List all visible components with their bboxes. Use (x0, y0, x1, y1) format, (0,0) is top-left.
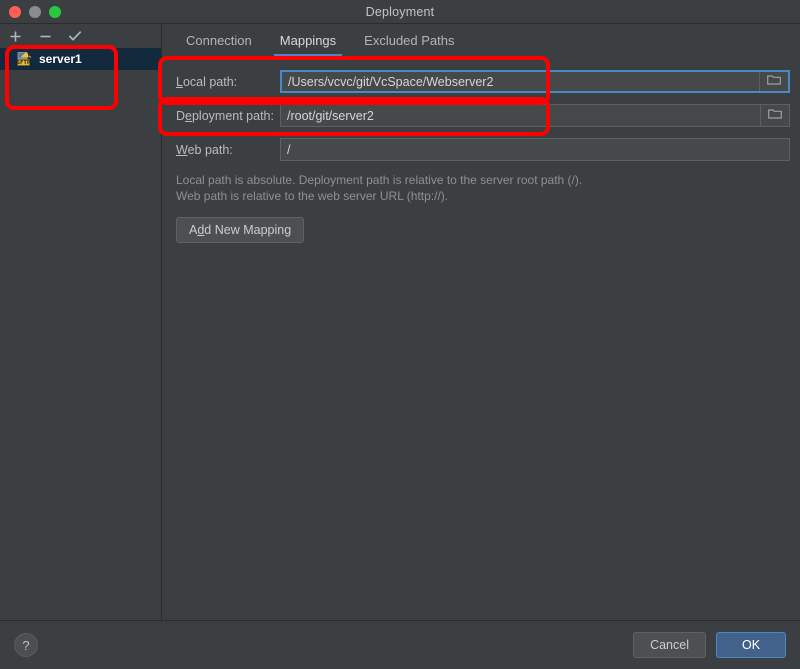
folder-icon (767, 74, 781, 89)
add-new-mapping-label-mnemonic: d (197, 223, 205, 237)
add-new-mapping-button[interactable]: Add New Mapping (176, 217, 305, 243)
window-controls (0, 5, 61, 18)
local-path-input[interactable]: /Users/vcvc/git/VcSpace/Webserver2 (282, 72, 759, 91)
web-path-label-mnemonic: W (176, 142, 188, 157)
mappings-hint-line-2: Web path is relative to the web server U… (176, 189, 449, 203)
help-button[interactable]: ? (14, 633, 38, 657)
web-path-input[interactable]: / (281, 139, 789, 160)
local-path-label: Local path: (176, 75, 280, 89)
cancel-button[interactable]: Cancel (633, 632, 706, 658)
local-path-label-post: ocal path: (182, 74, 238, 89)
mappings-tab-content: Local path: /Users/vcvc/git/VcSpace/Webs… (162, 56, 800, 620)
local-path-browse-button[interactable] (759, 72, 788, 91)
title-bar: Deployment (0, 0, 800, 24)
sftp-icon: SFTP (16, 51, 33, 67)
deployment-dialog: Deployment SFTP server1 Connection Mappi… (0, 0, 800, 669)
web-path-field[interactable]: / (280, 138, 790, 161)
local-path-label-mnemonic: L (176, 74, 183, 89)
set-default-server-button[interactable] (66, 27, 84, 45)
ok-button[interactable]: OK (716, 632, 786, 658)
deployment-path-input[interactable]: /root/git/server2 (281, 105, 760, 126)
server-toolbar (0, 24, 161, 48)
close-button[interactable] (9, 5, 21, 18)
tab-bar: Connection Mappings Excluded Paths (162, 24, 800, 56)
zoom-button[interactable] (49, 5, 61, 18)
add-new-mapping-label-pre: A (189, 223, 198, 237)
web-path-label-post: eb path: (187, 142, 233, 157)
dialog-body: SFTP server1 Connection Mappings Exclude… (0, 24, 800, 620)
local-path-field[interactable]: /Users/vcvc/git/VcSpace/Webserver2 (280, 70, 790, 93)
server-list-item-label: server1 (39, 52, 82, 66)
server-list-item-server1[interactable]: SFTP server1 (0, 48, 161, 70)
tab-mappings[interactable]: Mappings (266, 34, 350, 56)
local-path-row: Local path: /Users/vcvc/git/VcSpace/Webs… (176, 70, 790, 93)
tab-connection[interactable]: Connection (172, 34, 266, 56)
deployment-path-row: Deployment path: /root/git/server2 (176, 104, 790, 127)
deployment-path-browse-button[interactable] (760, 105, 789, 126)
minimize-button[interactable] (29, 5, 41, 18)
web-path-row: Web path: / (176, 138, 790, 161)
settings-panel: Connection Mappings Excluded Paths Local… (162, 24, 800, 620)
deployment-path-label-pre: D (176, 108, 186, 123)
deployment-path-field[interactable]: /root/git/server2 (280, 104, 790, 127)
mappings-hint-line-1: Local path is absolute. Deployment path … (176, 173, 583, 187)
folder-icon (768, 108, 782, 123)
server-panel: SFTP server1 (0, 24, 162, 620)
web-path-label: Web path: (176, 143, 280, 157)
add-server-button[interactable] (6, 27, 24, 45)
tab-excluded-paths[interactable]: Excluded Paths (350, 34, 468, 56)
server-list[interactable]: SFTP server1 (0, 48, 161, 620)
dialog-footer: ? Cancel OK (0, 620, 800, 669)
deployment-path-label-mnemonic: e (185, 108, 192, 123)
deployment-path-label-post: ployment path: (191, 108, 274, 123)
remove-server-button[interactable] (36, 27, 54, 45)
deployment-path-label: Deployment path: (176, 109, 280, 123)
window-title: Deployment (365, 4, 435, 19)
svg-text:SFTP: SFTP (17, 60, 31, 66)
add-new-mapping-label-post: d New Mapping (204, 223, 292, 237)
mappings-hint: Local path is absolute. Deployment path … (176, 172, 790, 204)
